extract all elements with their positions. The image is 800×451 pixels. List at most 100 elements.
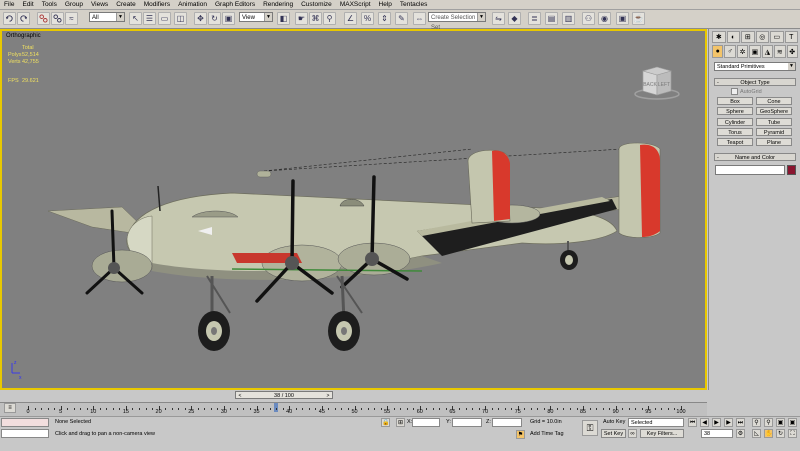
set-key-button[interactable]: Set Key bbox=[601, 429, 626, 438]
spacewarps-icon[interactable]: ≋ bbox=[774, 45, 786, 58]
rotate-icon[interactable]: ↻ bbox=[208, 12, 221, 25]
time-configuration-icon[interactable]: ⚙ bbox=[736, 429, 745, 438]
named-selection-set-dropdown[interactable]: Create Selection Set ▼ bbox=[428, 12, 486, 31]
menu-group[interactable]: Group bbox=[61, 0, 87, 9]
z-coordinate-field[interactable] bbox=[492, 418, 522, 427]
go-to-end-icon[interactable]: ⏭ bbox=[736, 418, 745, 427]
orbit-icon[interactable]: ↻ bbox=[776, 429, 785, 438]
geometry-icon[interactable]: ● bbox=[712, 45, 724, 58]
menu-views[interactable]: Views bbox=[87, 0, 112, 9]
tube-button[interactable]: Tube bbox=[756, 118, 792, 126]
window-crossing-icon[interactable]: ◫ bbox=[174, 12, 187, 25]
set-key-icon[interactable]: ⚿ bbox=[582, 420, 598, 436]
curve-editor-icon[interactable]: ▥ bbox=[562, 12, 575, 25]
menu-create[interactable]: Create bbox=[112, 0, 140, 9]
spinner-snap-icon[interactable]: ⇕ bbox=[378, 12, 391, 25]
menu-file[interactable]: File bbox=[0, 0, 18, 9]
pan-view-icon[interactable]: ✋ bbox=[764, 429, 773, 438]
y-coordinate-field[interactable] bbox=[452, 418, 482, 427]
select-and-manipulate-icon[interactable]: ☛ bbox=[295, 12, 308, 25]
menu-animation[interactable]: Animation bbox=[174, 0, 211, 9]
box-button[interactable]: Box bbox=[717, 97, 753, 105]
menu-help[interactable]: Help bbox=[375, 0, 396, 9]
maxscript-listener-white[interactable] bbox=[1, 429, 49, 438]
menu-tools[interactable]: Tools bbox=[38, 0, 61, 9]
key-filter-toggle-icon[interactable]: ∞ bbox=[628, 429, 637, 438]
zoom-all-icon[interactable]: ⚲ bbox=[764, 418, 773, 427]
motion-panel-icon[interactable]: ◎ bbox=[755, 31, 769, 43]
x-coordinate-field[interactable] bbox=[412, 418, 440, 427]
angle-snap-icon[interactable]: ∠ bbox=[344, 12, 357, 25]
rectangular-selection-icon[interactable]: ▭ bbox=[158, 12, 171, 25]
zoom-icon[interactable]: ⚲ bbox=[752, 418, 761, 427]
teapot-button[interactable]: Teapot bbox=[717, 138, 753, 146]
layer-manager-icon[interactable]: ≣ bbox=[528, 12, 541, 25]
primitive-type-dropdown[interactable]: Standard Primitives ▼ bbox=[714, 62, 796, 71]
align-icon[interactable]: ◆ bbox=[508, 12, 521, 25]
unlink-icon[interactable] bbox=[51, 12, 64, 25]
menu-edit[interactable]: Edit bbox=[18, 0, 37, 9]
field-of-view-icon[interactable]: ◺ bbox=[752, 429, 761, 438]
plane-button[interactable]: Plane bbox=[756, 138, 792, 146]
menu-modifiers[interactable]: Modifiers bbox=[140, 0, 174, 9]
pyramid-button[interactable]: Pyramid bbox=[756, 128, 792, 136]
hierarchy-panel-icon[interactable]: ⊞ bbox=[741, 31, 755, 43]
bomber-aircraft-model[interactable]: z x bbox=[2, 31, 705, 388]
maximize-viewport-icon[interactable]: ⛶ bbox=[788, 429, 797, 438]
select-object-icon[interactable]: ↖ bbox=[129, 12, 142, 25]
create-panel-icon[interactable]: ✱ bbox=[712, 31, 726, 43]
percent-snap-icon[interactable]: % bbox=[361, 12, 374, 25]
lock-selection-icon[interactable]: 🔒 bbox=[381, 418, 390, 427]
mirror-tool-icon[interactable]: ⇋ bbox=[492, 12, 505, 25]
pivot-center-icon[interactable]: ◧ bbox=[277, 12, 290, 25]
cylinder-button[interactable]: Cylinder bbox=[717, 118, 753, 126]
absolute-mode-icon[interactable]: ⊞ bbox=[396, 418, 405, 427]
play-icon[interactable]: ▶ bbox=[712, 418, 721, 427]
bind-spacewarp-icon[interactable]: ≈ bbox=[65, 12, 78, 25]
keyboard-shortcut-override-icon[interactable]: ⌘ bbox=[309, 12, 322, 25]
undo-icon[interactable] bbox=[3, 12, 16, 25]
render-setup-icon[interactable]: ▣ bbox=[616, 12, 629, 25]
utilities-panel-icon[interactable]: T bbox=[784, 31, 798, 43]
cone-button[interactable]: Cone bbox=[756, 97, 792, 105]
autogrid-checkbox[interactable]: AutoGrid bbox=[731, 88, 762, 95]
zoom-extents-all-icon[interactable]: ▣ bbox=[788, 418, 797, 427]
scale-icon[interactable]: ▣ bbox=[222, 12, 235, 25]
reference-coordinate-dropdown[interactable]: View ▼ bbox=[239, 12, 273, 22]
geosphere-button[interactable]: GeoSphere bbox=[756, 107, 792, 115]
redo-icon[interactable] bbox=[17, 12, 30, 25]
name-and-color-rollout-header[interactable]: - Name and Color bbox=[714, 153, 796, 161]
lights-icon[interactable]: ✲ bbox=[736, 45, 749, 58]
snaps-toggle-icon[interactable]: ⚲ bbox=[323, 12, 336, 25]
object-name-input[interactable] bbox=[715, 165, 785, 175]
schematic-view-icon[interactable]: ⚇ bbox=[582, 12, 595, 25]
menu-customize[interactable]: Customize bbox=[297, 0, 336, 9]
previous-frame-icon[interactable]: ◀ bbox=[700, 418, 709, 427]
key-mode-dropdown[interactable]: Selected bbox=[628, 418, 684, 427]
time-slider[interactable]: < 38 / 100 > bbox=[235, 391, 333, 399]
next-frame-icon[interactable]: ▶ bbox=[724, 418, 733, 427]
menu-graph-editors[interactable]: Graph Editors bbox=[211, 0, 259, 9]
orthographic-viewport[interactable]: Orthographic Total Polys 52,514 Verts 42,7… bbox=[0, 29, 707, 390]
graphite-modeling-tools-icon[interactable]: ▤ bbox=[545, 12, 558, 25]
time-slider-prev[interactable]: < bbox=[237, 392, 243, 400]
menu-tentacles[interactable]: Tentacles bbox=[396, 0, 431, 9]
mirror-icon[interactable]: ⇔ bbox=[413, 12, 426, 25]
menu-maxscript[interactable]: MAXScript bbox=[336, 0, 375, 9]
go-to-start-icon[interactable]: ⏮ bbox=[688, 418, 697, 427]
mini-curve-editor-icon[interactable]: ≡ bbox=[4, 403, 16, 413]
modify-panel-icon[interactable]: ◐ bbox=[726, 31, 740, 43]
material-editor-icon[interactable]: ◉ bbox=[598, 12, 611, 25]
add-time-tag[interactable]: Add Time Tag bbox=[530, 430, 564, 438]
current-frame-field[interactable]: 38 bbox=[701, 429, 733, 438]
torus-button[interactable]: Torus bbox=[717, 128, 753, 136]
time-slider-next[interactable]: > bbox=[325, 392, 331, 400]
display-panel-icon[interactable]: ▭ bbox=[770, 31, 784, 43]
autogrid-box[interactable] bbox=[731, 88, 738, 95]
menu-rendering[interactable]: Rendering bbox=[259, 0, 297, 9]
render-frame-icon[interactable]: ☕ bbox=[632, 12, 645, 25]
key-filters-button[interactable]: Key Filters... bbox=[640, 429, 684, 438]
select-and-link-icon[interactable] bbox=[37, 12, 50, 25]
select-by-name-icon[interactable]: ☰ bbox=[143, 12, 156, 25]
cameras-icon[interactable]: ▣ bbox=[749, 45, 761, 58]
